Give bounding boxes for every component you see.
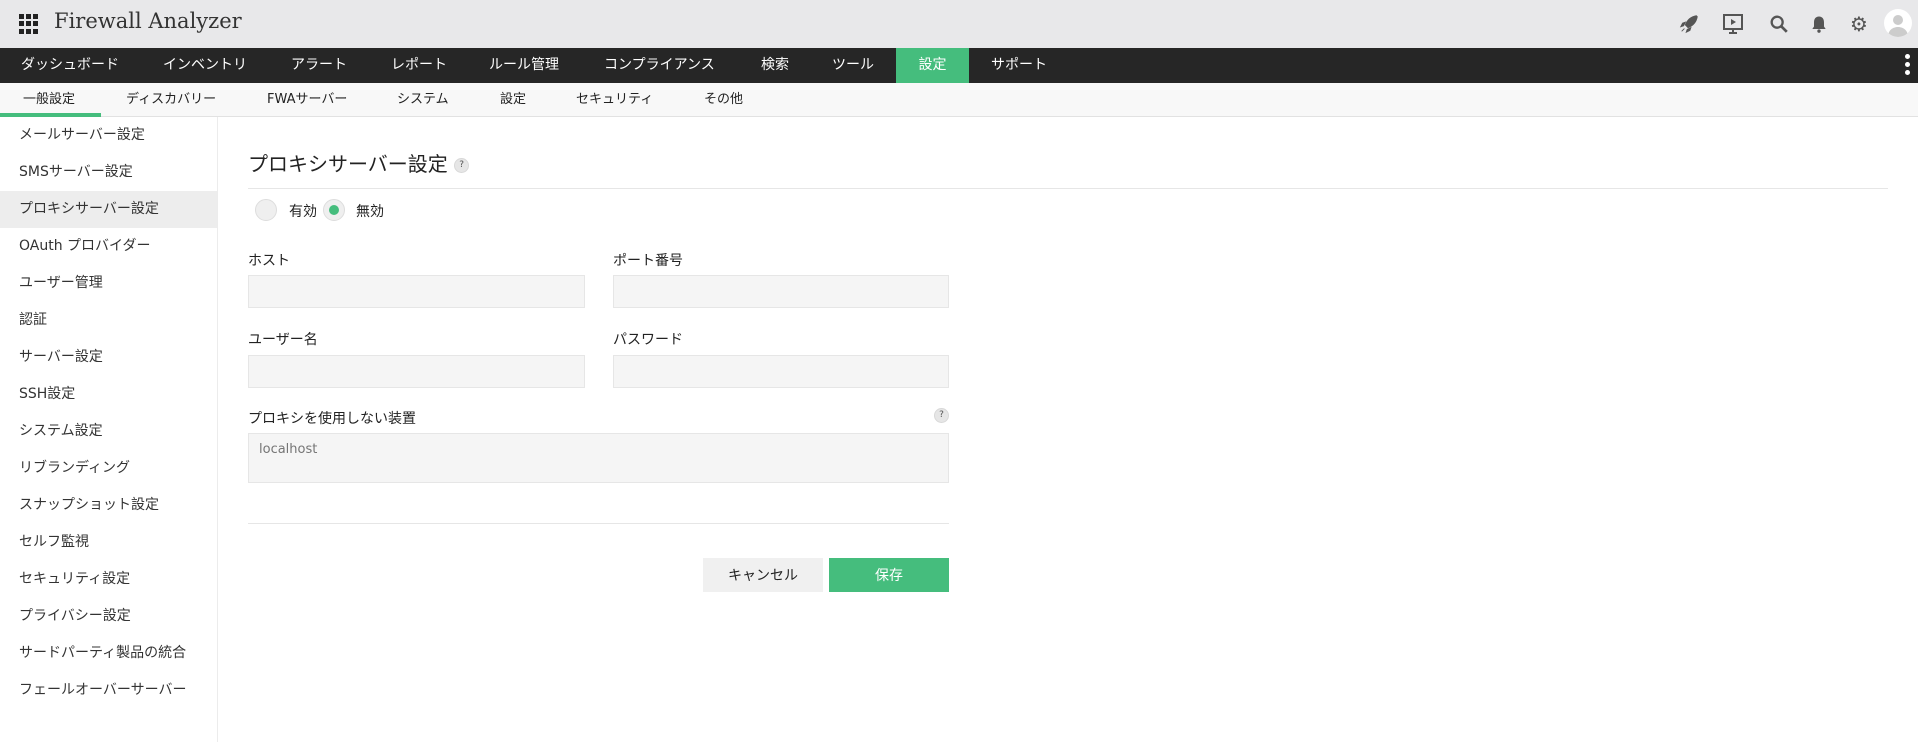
nav-alerts[interactable]: アラート: [291, 48, 347, 83]
sidebar-item-ssh[interactable]: SSH設定: [0, 376, 217, 413]
subnav-fwa-server[interactable]: FWAサーバー: [267, 83, 347, 117]
bypass-help-icon[interactable]: ?: [934, 408, 949, 423]
subnav-other[interactable]: その他: [704, 83, 743, 117]
search-icon[interactable]: [1766, 11, 1792, 37]
save-button[interactable]: 保存: [829, 558, 949, 592]
subnav-discovery[interactable]: ディスカバリー: [126, 83, 216, 117]
password-input[interactable]: [613, 355, 949, 388]
sidebar-item-snapshot[interactable]: スナップショット設定: [0, 487, 217, 524]
username-label: ユーザー名: [248, 332, 318, 348]
sidebar: メールサーバー設定 SMSサーバー設定 プロキシサーバー設定 OAuth プロバ…: [0, 117, 218, 742]
sidebar-item-authentication[interactable]: 認証: [0, 302, 217, 339]
nav-rule-management[interactable]: ルール管理: [489, 48, 559, 83]
password-label: パスワード: [613, 332, 683, 348]
subnav-settings[interactable]: 設定: [500, 83, 526, 117]
app-title: Firewall Analyzer: [54, 9, 242, 33]
presentation-icon[interactable]: [1720, 11, 1746, 37]
sidebar-item-failover[interactable]: フェールオーバーサーバー: [0, 672, 217, 709]
subnav-security[interactable]: セキュリティ: [576, 83, 653, 117]
port-input[interactable]: [613, 275, 949, 308]
nav-compliance[interactable]: コンプライアンス: [604, 48, 715, 83]
sidebar-item-privacy[interactable]: プライバシー設定: [0, 598, 217, 635]
port-label: ポート番号: [613, 253, 683, 269]
bypass-label: プロキシを使用しない装置: [248, 411, 416, 427]
cancel-button[interactable]: キャンセル: [703, 558, 823, 592]
nav-inventory[interactable]: インベントリ: [163, 48, 247, 83]
bell-icon[interactable]: [1806, 11, 1832, 37]
sidebar-item-third-party[interactable]: サードパーティ製品の統合: [0, 635, 217, 672]
sidebar-item-sms-server[interactable]: SMSサーバー設定: [0, 154, 217, 191]
nav-dashboard[interactable]: ダッシュボード: [21, 48, 119, 83]
form-divider: [248, 523, 949, 524]
sidebar-item-rebranding[interactable]: リブランディング: [0, 450, 217, 487]
username-input[interactable]: [248, 355, 585, 388]
top-bar: Firewall Analyzer ⚙: [0, 0, 1918, 48]
bypass-textarea[interactable]: [248, 433, 949, 483]
sidebar-item-security-settings[interactable]: セキュリティ設定: [0, 561, 217, 598]
radio-disable-label: 無効: [356, 204, 384, 220]
sub-nav: 一般設定 ディスカバリー FWAサーバー システム 設定 セキュリティ その他: [0, 83, 1918, 117]
sidebar-item-self-monitoring[interactable]: セルフ監視: [0, 524, 217, 561]
subnav-general[interactable]: 一般設定: [23, 83, 75, 117]
title-divider: [248, 188, 1888, 189]
nav-support[interactable]: サポート: [991, 48, 1047, 83]
sidebar-item-server-settings[interactable]: サーバー設定: [0, 339, 217, 376]
radio-enable[interactable]: [255, 199, 277, 221]
sidebar-item-mail-server[interactable]: メールサーバー設定: [0, 117, 217, 154]
main-nav: ダッシュボード インベントリ アラート レポート ルール管理 コンプライアンス …: [0, 48, 1918, 83]
sidebar-item-system-settings[interactable]: システム設定: [0, 413, 217, 450]
nav-settings[interactable]: 設定: [896, 48, 969, 83]
app-grid-icon[interactable]: [19, 14, 39, 34]
host-input[interactable]: [248, 275, 585, 308]
sidebar-item-oauth[interactable]: OAuth プロバイダー: [0, 228, 217, 265]
nav-tools[interactable]: ツール: [832, 48, 874, 83]
more-menu-icon[interactable]: [1905, 54, 1910, 78]
sidebar-item-proxy-server[interactable]: プロキシサーバー設定: [0, 191, 217, 228]
host-label: ホスト: [248, 253, 290, 269]
subnav-system[interactable]: システム: [397, 83, 449, 117]
sidebar-item-user-management[interactable]: ユーザー管理: [0, 265, 217, 302]
help-icon[interactable]: ?: [454, 158, 470, 173]
radio-enable-label: 有効: [289, 204, 317, 220]
gear-icon[interactable]: ⚙: [1846, 11, 1872, 37]
page-title: プロキシサーバー設定 ?: [248, 148, 470, 177]
rocket-icon[interactable]: [1676, 11, 1702, 37]
user-avatar-icon[interactable]: [1884, 9, 1912, 37]
radio-disable[interactable]: [323, 199, 345, 221]
nav-reports[interactable]: レポート: [391, 48, 447, 83]
page-title-text: プロキシサーバー設定: [248, 152, 448, 176]
nav-search[interactable]: 検索: [761, 48, 789, 83]
